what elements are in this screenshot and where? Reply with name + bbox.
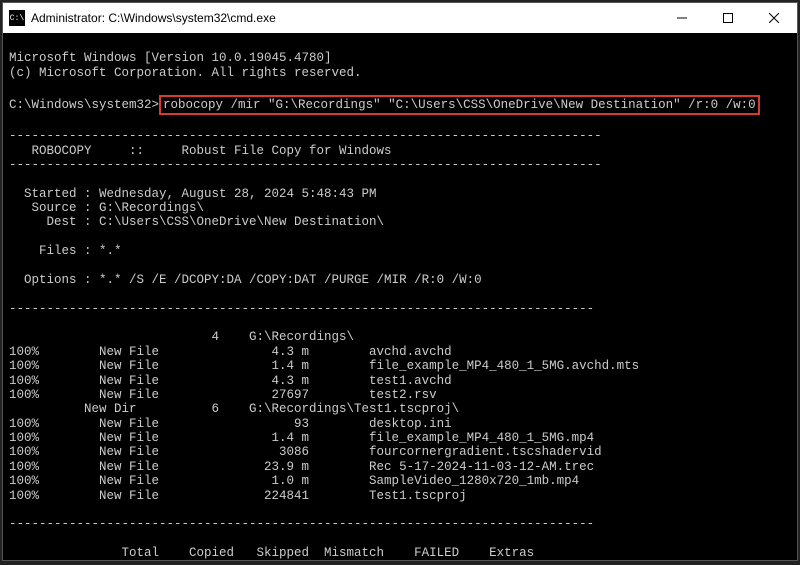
minimize-button[interactable] — [659, 3, 705, 33]
robocopy-header: ROBOCOPY :: Robust File Copy for Windows — [9, 144, 392, 158]
window-controls — [659, 3, 797, 33]
file-row: 100% New File 23.9 m Rec 5-17-2024-11-03… — [9, 460, 594, 474]
divider: ----------------------------------------… — [9, 302, 594, 316]
started-line: Started : Wednesday, August 28, 2024 5:4… — [9, 187, 377, 201]
close-button[interactable] — [751, 3, 797, 33]
copyright-line: (c) Microsoft Corporation. All rights re… — [9, 66, 362, 80]
divider: ----------------------------------------… — [9, 158, 602, 172]
dest-line: Dest : C:\Users\CSS\OneDrive\New Destina… — [9, 215, 384, 229]
file-row: 100% New File 4.3 m avchd.avchd — [9, 345, 452, 359]
file-row: 100% New File 3086 fourcornergradient.ts… — [9, 445, 602, 459]
cmd-icon: C:\ — [9, 10, 25, 26]
summary-header: Total Copied Skipped Mismatch FAILED Ext… — [9, 546, 534, 560]
terminal-output[interactable]: Microsoft Windows [Version 10.0.19045.47… — [3, 33, 797, 560]
options-line: Options : *.* /S /E /DCOPY:DA /COPY:DAT … — [9, 273, 482, 287]
file-row: 100% New File 4.3 m test1.avchd — [9, 374, 452, 388]
titlebar[interactable]: C:\ Administrator: C:\Windows\system32\c… — [3, 3, 797, 33]
file-row: 100% New File 93 desktop.ini — [9, 417, 452, 431]
file-row: 100% New File 1.4 m file_example_MP4_480… — [9, 359, 639, 373]
dir-line: 4 G:\Recordings\ — [9, 330, 354, 344]
cmd-window: C:\ Administrator: C:\Windows\system32\c… — [2, 2, 798, 561]
file-row: 100% New File 27697 test2.rsv — [9, 388, 437, 402]
file-row: 100% New File 224841 Test1.tscproj — [9, 489, 467, 503]
version-line: Microsoft Windows [Version 10.0.19045.47… — [9, 51, 332, 65]
command-highlight: robocopy /mir "G:\Recordings" "C:\Users\… — [159, 95, 760, 115]
window-title: Administrator: C:\Windows\system32\cmd.e… — [31, 11, 659, 25]
prompt: C:\Windows\system32> — [9, 98, 159, 112]
source-line: Source : G:\Recordings\ — [9, 201, 204, 215]
file-row: 100% New File 1.0 m SampleVideo_1280x720… — [9, 474, 579, 488]
dir-line: New Dir 6 G:\Recordings\Test1.tscproj\ — [9, 402, 459, 416]
divider: ----------------------------------------… — [9, 129, 602, 143]
divider: ----------------------------------------… — [9, 517, 594, 531]
maximize-button[interactable] — [705, 3, 751, 33]
files-line: Files : *.* — [9, 244, 122, 258]
file-row: 100% New File 1.4 m file_example_MP4_480… — [9, 431, 594, 445]
